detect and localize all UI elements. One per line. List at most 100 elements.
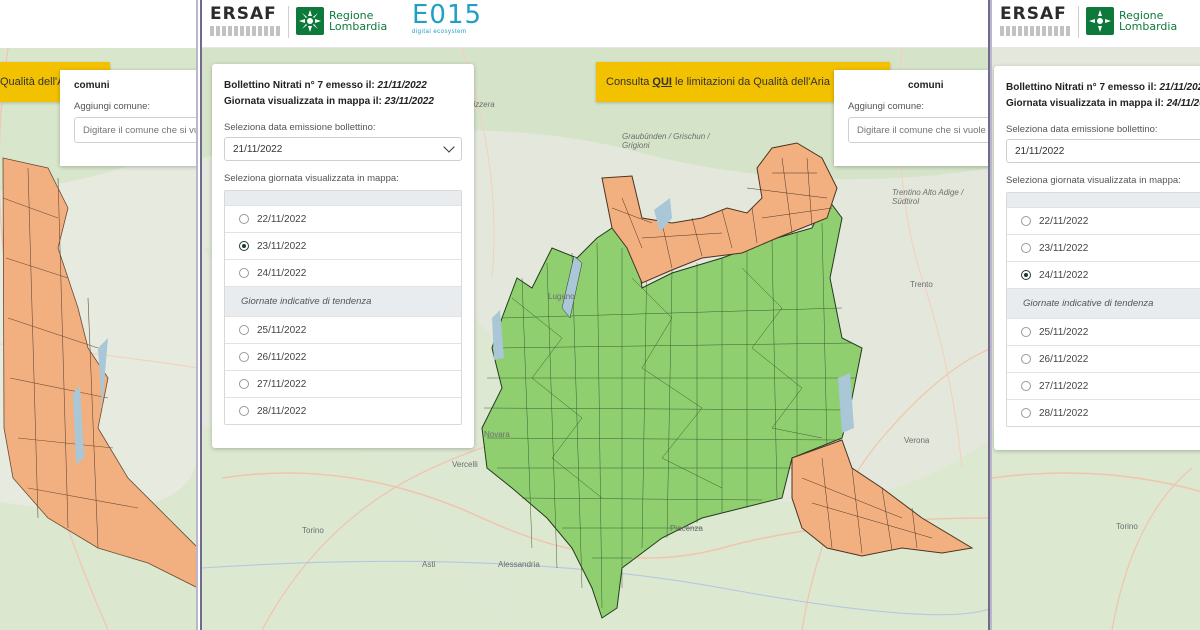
lombardia-rose-icon	[296, 7, 324, 35]
map-label-torino: Torino	[1116, 522, 1138, 531]
screenshot-center: ERSAF Regione Lombardia E015 digital eco…	[200, 0, 990, 630]
day-option[interactable]: 23/11/2022	[1007, 234, 1200, 261]
bulletin-date-label: Seleziona data emissione bollettino:	[1006, 124, 1158, 135]
search-input[interactable]	[74, 117, 196, 143]
header-divider	[288, 6, 289, 38]
e015-logo: E015 digital ecosystem	[412, 1, 482, 35]
app-header: ERSAF Regione Lombardia E015	[992, 0, 1200, 48]
radio-button[interactable]	[239, 268, 249, 278]
selected-bulletin-date: 21/11/2022	[1015, 145, 1065, 157]
ersaf-tagline	[1000, 26, 1070, 36]
map-label-trento: Trento	[910, 280, 933, 289]
ersaf-logo: ERSAF	[210, 4, 282, 40]
displayed-day-info: Giornata visualizzata in mappa il: 24/11…	[1006, 96, 1200, 112]
trend-day-option[interactable]: 26/11/2022	[225, 343, 461, 370]
map-label-trentino: Trentino Alto Adige / Südtirol	[892, 188, 964, 206]
radio-button[interactable]	[1021, 381, 1031, 391]
trend-days-header: Giornate indicative di tendenza	[1007, 288, 1200, 318]
day-option[interactable]: 22/11/2022	[1007, 207, 1200, 234]
radio-button[interactable]	[239, 214, 249, 224]
map-label-alessandria: Alessandria	[498, 560, 540, 569]
radio-button[interactable]	[1021, 354, 1031, 364]
bulletin-date-select[interactable]: 21/11/2022	[1006, 139, 1200, 163]
app-window-left: Qualità dell'Aria comuni Aggiungi comune…	[0, 0, 196, 630]
bulletin-date: 21/11/2022	[1159, 82, 1200, 93]
search-title: comuni	[908, 80, 944, 91]
regione-lombardia-logo: Regione Lombardia	[1086, 6, 1177, 36]
radio-button[interactable]	[239, 406, 249, 416]
radio-button[interactable]	[239, 379, 249, 389]
map-label-asti: Asti	[422, 560, 436, 569]
map-label-torino: Torino	[302, 526, 324, 535]
radio-button-selected[interactable]	[1021, 270, 1031, 280]
radio-button-selected[interactable]	[239, 241, 249, 251]
regione-lombardia-logo: Regione Lombardia	[296, 6, 387, 36]
trend-day-option[interactable]: 25/11/2022	[1007, 318, 1200, 345]
displayed-day-info: Giornata visualizzata in mappa il: 23/11…	[224, 96, 434, 107]
trend-day-option[interactable]: 27/11/2022	[225, 370, 461, 397]
trend-day-option[interactable]: 25/11/2022	[225, 316, 461, 343]
notice-link[interactable]: QUI	[652, 76, 672, 88]
trend-day-option[interactable]: 27/11/2022	[1007, 372, 1200, 399]
header-divider	[1078, 6, 1079, 38]
ersaf-wordmark: ERSAF	[210, 4, 277, 24]
day-select-label: Seleziona giornata visualizzata in mappa…	[224, 173, 399, 184]
map-label-graubunden: Graubünden / Grischun / Grigioni	[622, 132, 710, 150]
app-window-center: ERSAF Regione Lombardia E015 digital eco…	[202, 0, 988, 630]
app-window-right: ERSAF Regione Lombardia E015	[992, 0, 1200, 630]
displayed-date: 24/11/2022	[1166, 98, 1200, 109]
chevron-down-icon	[443, 141, 455, 153]
radio-button[interactable]	[1021, 216, 1031, 226]
search-input[interactable]	[848, 117, 988, 143]
map-label-piacenza: Piacenza	[670, 524, 703, 533]
bulletin-panel: Bollettino Nitrati n° 7 emesso il: 21/11…	[212, 64, 474, 448]
selected-bulletin-date: 21/11/2022	[233, 143, 283, 155]
radio-button[interactable]	[239, 325, 249, 335]
e015-wordmark: E015	[412, 0, 483, 30]
bulletin-date: 21/11/2022	[377, 80, 427, 91]
lombardia-label: Lombardia	[1119, 20, 1178, 33]
day-select-label: Seleziona giornata visualizzata in mappa…	[1006, 175, 1181, 186]
notice-before: Consulta	[606, 76, 650, 88]
search-title: comuni	[74, 80, 110, 91]
radio-button[interactable]	[1021, 408, 1031, 418]
radio-button[interactable]	[1021, 327, 1031, 337]
bulletin-panel: Bollettino Nitrati n° 7 emesso il: 21/11…	[994, 66, 1200, 450]
day-radio-list: 22/11/2022 23/11/2022 24/11/2022 Giornat…	[224, 190, 462, 425]
bulletin-date-label: Seleziona data emissione bollettino:	[224, 122, 376, 133]
trend-days-header: Giornate indicative di tendenza	[225, 286, 461, 316]
search-label: Aggiungi comune:	[848, 101, 925, 112]
ersaf-tagline	[210, 26, 280, 36]
bulletin-date-select[interactable]: 21/11/2022	[224, 137, 462, 161]
trend-day-option[interactable]: 28/11/2022	[1007, 399, 1200, 426]
day-option[interactable]: 22/11/2022	[225, 205, 461, 232]
day-list-header	[1007, 193, 1200, 207]
app-header: ERSAF Regione Lombardia E015 digital eco…	[202, 0, 988, 48]
map-label-verona: Verona	[904, 436, 930, 445]
lombardia-rose-icon	[1086, 7, 1114, 35]
map-label-novara: Novara	[484, 430, 510, 439]
ersaf-logo: ERSAF	[1000, 4, 1072, 40]
day-list-header	[225, 191, 461, 205]
day-option[interactable]: 23/11/2022	[225, 232, 461, 259]
trend-day-option[interactable]: 28/11/2022	[225, 397, 461, 424]
ersaf-wordmark: ERSAF	[1000, 4, 1067, 24]
search-comuni-panel: comuni Aggiungi comune:	[60, 70, 196, 166]
day-option[interactable]: 24/11/2022	[1007, 261, 1200, 288]
day-radio-list: 22/11/2022 23/11/2022 24/11/2022 Giornat…	[1006, 192, 1200, 427]
search-label: Aggiungi comune:	[74, 101, 151, 112]
bulletin-info: Bollettino Nitrati n° 7 emesso il: 21/11…	[1006, 80, 1200, 96]
lombardia-label: Lombardia	[329, 20, 388, 33]
search-comuni-panel: comuni Aggiungi comune:	[834, 70, 988, 166]
map-label-vercelli: Vercelli	[452, 460, 478, 469]
radio-button[interactable]	[1021, 243, 1031, 253]
trend-day-option[interactable]: 26/11/2022	[1007, 345, 1200, 372]
radio-button[interactable]	[239, 352, 249, 362]
bulletin-info: Bollettino Nitrati n° 7 emesso il: 21/11…	[224, 80, 427, 91]
screenshot-left: Qualità dell'Aria comuni Aggiungi comune…	[0, 0, 198, 630]
notice-after: le limitazioni da Qualità dell'Aria	[674, 76, 830, 88]
map-label-lugano: Lugano	[548, 292, 575, 301]
displayed-date: 23/11/2022	[384, 96, 434, 107]
day-option[interactable]: 24/11/2022	[225, 259, 461, 286]
screenshot-right: ERSAF Regione Lombardia E015	[990, 0, 1200, 630]
